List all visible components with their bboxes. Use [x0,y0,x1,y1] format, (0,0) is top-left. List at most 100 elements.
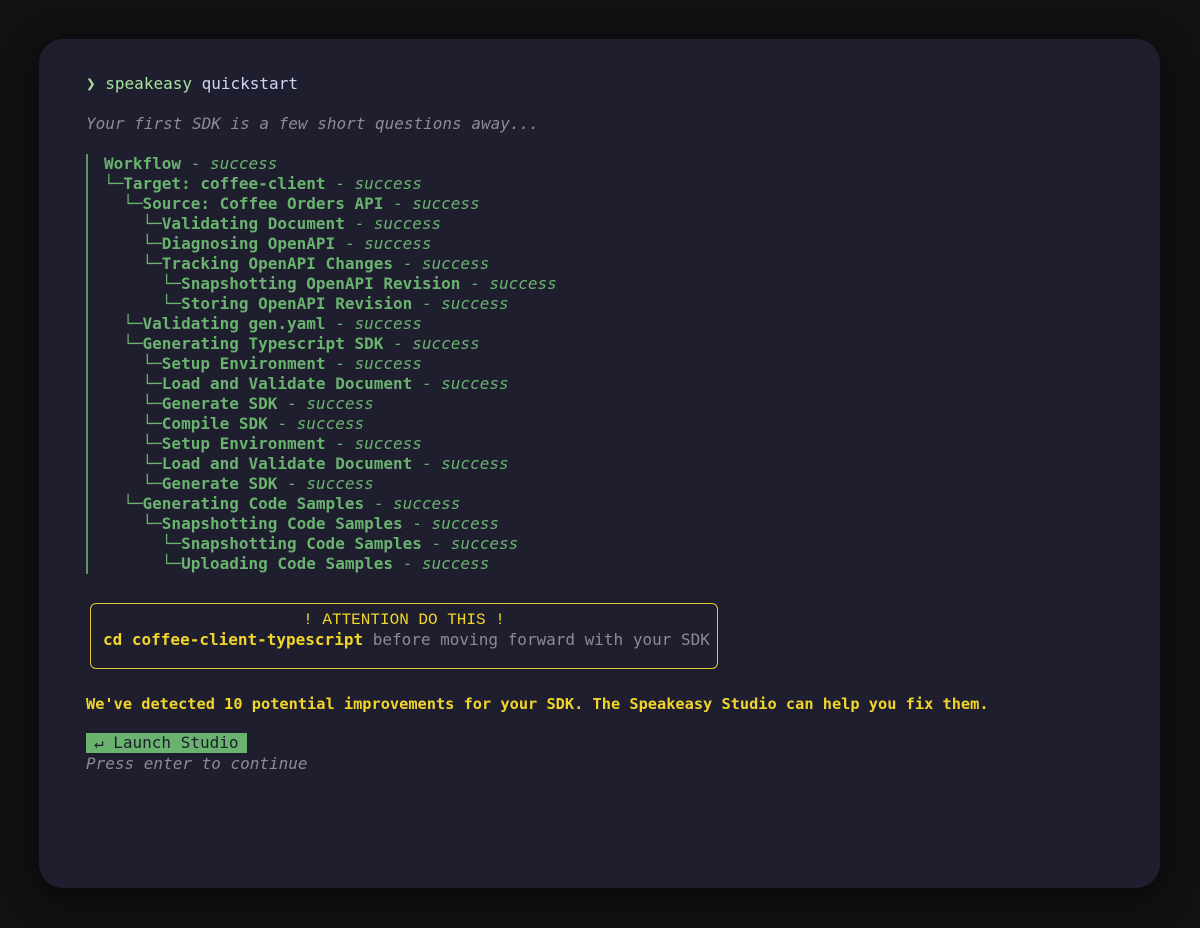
tree-separator: - [392,554,422,573]
tree-step-label: Load and Validate Document [161,454,413,473]
tree-row: └─Validating gen.yaml - success [104,314,557,334]
tree-step-label: Storing OpenAPI Revision [181,294,413,313]
tree-row: └─Snapshotting Code Samples - success [104,534,557,554]
tree-separator: - [412,374,442,393]
attention-command: cd coffee-client-typescript [103,630,364,649]
tree-step-label: Generate SDK [161,394,278,413]
tree-step-label: Snapshotting OpenAPI Revision [181,274,461,293]
tree-step-status: success [296,414,365,433]
tree-step-label: Target: coffee-client [123,174,326,193]
prompt-line: ❯ speakeasy quickstart [86,74,298,94]
prompt-arrow-icon: ❯ [86,74,96,93]
tree-separator: - [181,154,210,173]
tree-step-status: success [364,234,432,253]
tree-branch-icon: └─ [104,314,143,333]
tree-step-status: success [421,554,490,573]
tree-row: └─Snapshotting OpenAPI Revision - succes… [104,274,557,294]
tree-separator: - [402,514,432,533]
tree-separator: - [392,254,422,273]
attention-body: cd coffee-client-typescript before movin… [103,630,710,650]
tree-branch-icon: └─ [104,394,162,413]
tree-step-label: Load and Validate Document [161,374,413,393]
tree-step-status: success [441,294,509,313]
tree-branch-icon: └─ [104,374,162,393]
tree-separator: - [383,194,413,213]
tree-row: └─Snapshotting Code Samples - success [104,514,557,534]
tree-step-label: Setup Environment [161,434,326,453]
tree-step-status: success [306,474,374,493]
tree-branch-icon: └─ [104,454,162,473]
attention-title: ! ATTENTION DO THIS ! [303,611,505,629]
tree-branch-icon: └─ [104,214,162,233]
tree-branch-icon: └─ [104,274,182,293]
tree-step-label: Validating Document [161,214,345,233]
tree-row: └─Load and Validate Document - success [104,454,557,474]
tree-branch-icon: └─ [104,494,143,513]
tree-step-status: success [354,354,422,373]
tree-step-label: Diagnosing OpenAPI [161,234,336,253]
tree-step-label: Setup Environment [161,354,326,373]
tree-step-label: Generating Typescript SDK [142,334,384,353]
tree-step-status: success [441,454,509,473]
tree-step-label: Generate SDK [161,474,278,493]
tree-branch-icon: └─ [104,334,143,353]
tree-step-status: success [373,214,442,233]
prompt-command: speakeasy [105,74,192,93]
tree-row: └─Uploading Code Samples - success [104,554,557,574]
tree-row: └─Generating Typescript SDK - success [104,334,557,354]
tree-row: └─Source: Coffee Orders API - success [104,194,557,214]
tree-branch-icon: └─ [104,194,143,213]
tree-branch-icon: └─ [104,554,182,573]
tree-branch-icon: └─ [104,174,124,193]
tree-row: └─Generate SDK - success [104,474,557,494]
tree-row: └─Setup Environment - success [104,434,557,454]
workflow-tree: Workflow - success └─Target: coffee-clien… [86,154,557,574]
tree-row: └─Setup Environment - success [104,354,557,374]
tree-branch-icon: └─ [104,514,162,533]
prompt-argument: quickstart [201,74,298,93]
tree-branch-icon: └─ [104,354,162,373]
launch-studio-button[interactable]: ↵ Launch Studio [86,733,247,753]
attention-box: ! ATTENTION DO THIS ! cd coffee-client-t… [90,603,718,669]
tree-separator: - [412,454,442,473]
tree-branch-icon: └─ [104,474,162,493]
tree-separator: - [325,434,355,453]
tree-row: └─Generating Code Samples - success [104,494,557,514]
tree-separator: - [460,274,490,293]
tree-row: └─Load and Validate Document - success [104,374,557,394]
tree-step-status: success [354,314,422,333]
tree-separator: - [412,294,442,313]
tree-step-label: Uploading Code Samples [181,554,393,573]
tree-separator: - [325,314,355,333]
tree-step-label: Validating gen.yaml [142,314,326,333]
tree-row: └─Storing OpenAPI Revision - success [104,294,557,314]
tree-branch-icon: └─ [104,254,162,273]
tree-branch-icon: └─ [104,234,162,253]
tree-row: └─Compile SDK - success [104,414,557,434]
tree-separator: - [277,474,307,493]
tree-row: └─Generate SDK - success [104,394,557,414]
subtitle: Your first SDK is a few short questions … [86,114,539,133]
tree-separator: - [383,334,413,353]
tree-step-status: success [393,494,461,513]
tree-step-status: success [441,374,509,393]
tree-step-status: success [421,254,490,273]
tree-separator: - [325,354,355,373]
tree-step-status: success [354,174,422,193]
improvements-message: We've detected 10 potential improvements… [86,695,989,713]
tree-step-label: Snapshotting Code Samples [161,514,403,533]
tree-separator: - [344,214,374,233]
tree-row: └─Tracking OpenAPI Changes - success [104,254,557,274]
tree-separator: - [267,414,297,433]
tree-step-status: success [412,194,480,213]
tree-step-status: success [412,334,480,353]
tree-step-status: success [489,274,557,293]
tree-step-status: success [431,514,499,533]
tree-step-label: Workflow [104,154,182,173]
tree-step-label: Source: Coffee Orders API [142,194,384,213]
tree-branch-icon: └─ [104,534,182,553]
attention-rest: before moving forward with your SDK [363,630,710,649]
tree-step-label: Generating Code Samples [142,494,365,513]
tree-separator: - [364,494,393,513]
tree-row: Workflow - success [104,154,557,174]
